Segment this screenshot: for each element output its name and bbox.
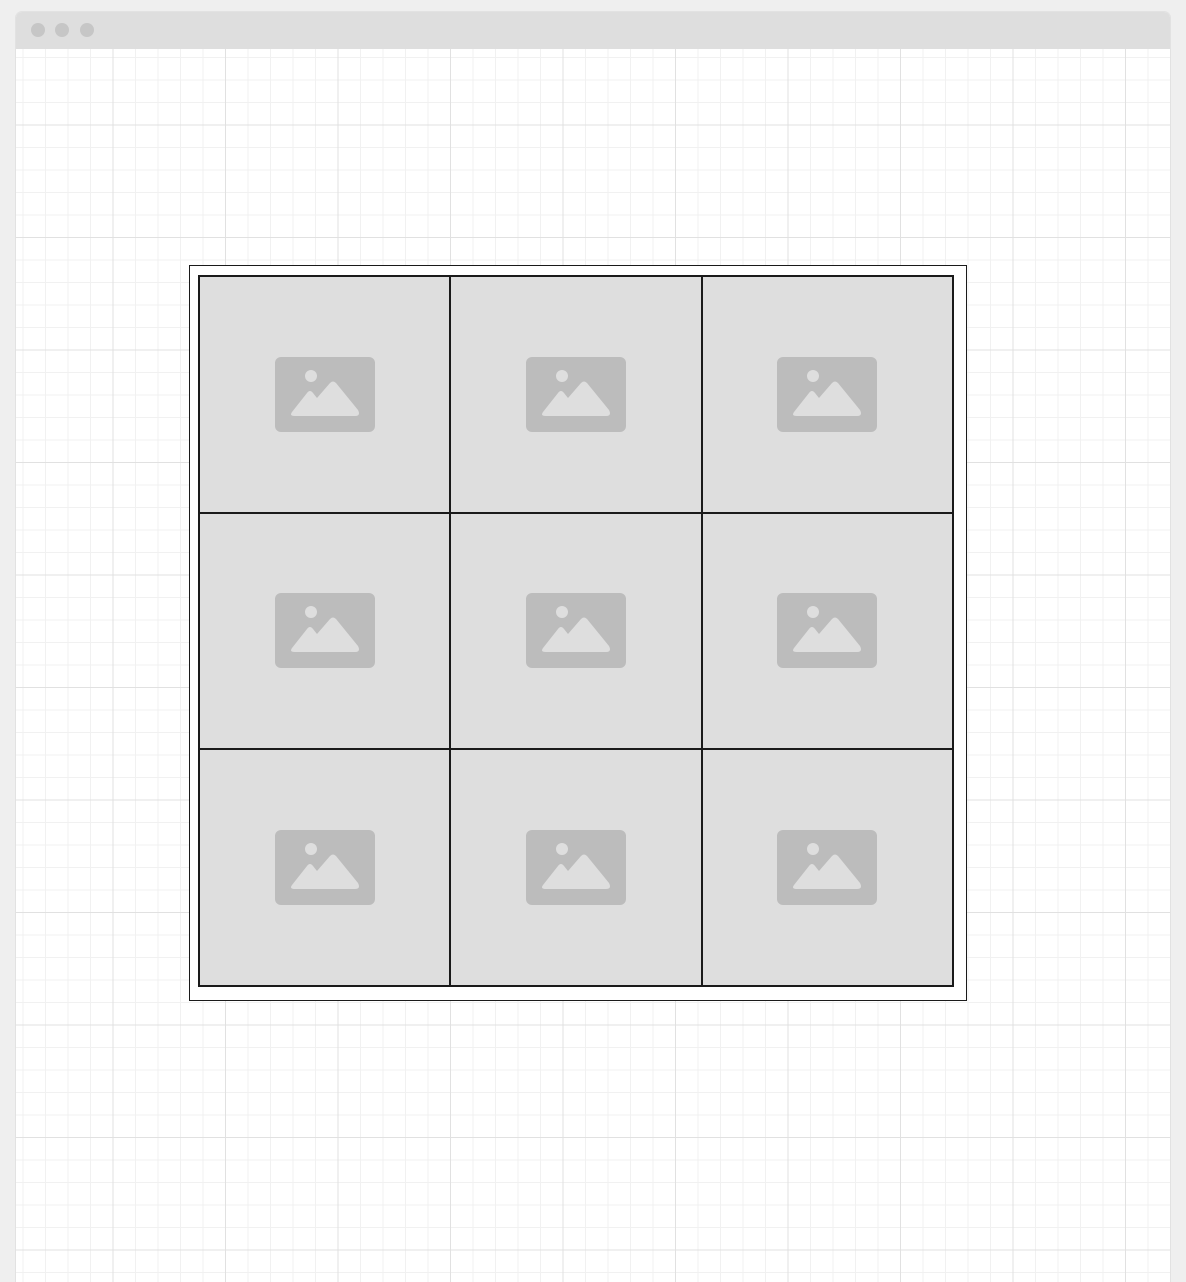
image-placeholder-cell-9[interactable]: [702, 750, 952, 985]
window-close-dot[interactable]: [31, 23, 45, 37]
window-titlebar: [16, 12, 1170, 49]
browser-window: [16, 12, 1170, 1282]
canvas-area: [16, 49, 1170, 1282]
image-placeholder-icon: [777, 593, 878, 669]
image-placeholder-cell-5[interactable]: [451, 513, 701, 749]
image-gallery-grid: [198, 275, 954, 987]
image-placeholder-icon: [525, 356, 626, 432]
image-gallery-frame: [189, 265, 967, 1001]
image-placeholder-icon: [274, 593, 375, 669]
image-placeholder-icon: [525, 830, 626, 906]
image-placeholder-cell-4[interactable]: [200, 513, 450, 749]
image-placeholder-icon: [274, 830, 375, 906]
image-placeholder-cell-7[interactable]: [200, 750, 450, 985]
image-placeholder-icon: [525, 593, 626, 669]
window-minimize-dot[interactable]: [55, 23, 69, 37]
image-placeholder-cell-2[interactable]: [451, 277, 701, 512]
image-placeholder-cell-8[interactable]: [451, 750, 701, 985]
image-placeholder-cell-6[interactable]: [702, 513, 952, 749]
image-placeholder-icon: [274, 356, 375, 432]
image-placeholder-icon: [777, 830, 878, 906]
image-placeholder-cell-1[interactable]: [200, 277, 450, 512]
window-maximize-dot[interactable]: [80, 23, 94, 37]
image-placeholder-cell-3[interactable]: [702, 277, 952, 512]
image-placeholder-icon: [777, 356, 878, 432]
